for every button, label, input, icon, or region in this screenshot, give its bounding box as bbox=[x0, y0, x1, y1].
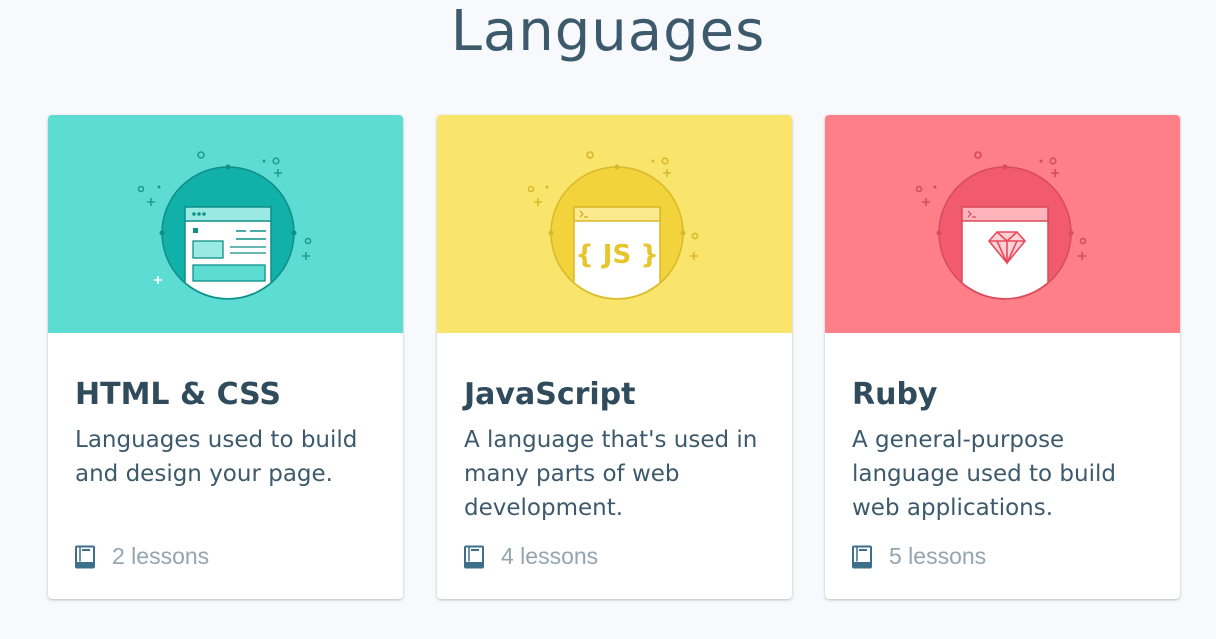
course-card-html-css[interactable]: HTML & CSS Languages used to build and d… bbox=[48, 115, 403, 599]
card-banner: { JS } bbox=[437, 115, 792, 333]
book-icon bbox=[464, 545, 484, 568]
lesson-count: 4 lessons bbox=[463, 543, 598, 570]
book-icon bbox=[852, 545, 872, 568]
course-card-ruby[interactable]: Ruby A general-purpose language used to … bbox=[825, 115, 1180, 599]
course-card-javascript[interactable]: { JS } JavaScript A language that's used… bbox=[437, 115, 792, 599]
card-banner bbox=[48, 115, 403, 333]
card-title: Ruby bbox=[852, 377, 938, 412]
card-title: JavaScript bbox=[464, 377, 636, 412]
card-description: Languages used to build and design your … bbox=[75, 427, 358, 487]
card-description: A general-purpose language used to build… bbox=[852, 427, 1116, 521]
lesson-count-label: 5 lessons bbox=[889, 543, 987, 569]
lesson-count-label: 4 lessons bbox=[501, 543, 599, 569]
card-banner bbox=[825, 115, 1180, 333]
browser-window-icon bbox=[137, 151, 312, 300]
section-title: Languages bbox=[450, 0, 766, 64]
lesson-count-label: 2 lessons bbox=[112, 543, 210, 569]
ruby-gem-icon bbox=[915, 151, 1087, 300]
lesson-count: 2 lessons bbox=[74, 543, 209, 570]
lesson-count: 5 lessons bbox=[851, 543, 986, 570]
card-description: A language that's used in many parts of … bbox=[464, 427, 758, 521]
card-title: HTML & CSS bbox=[75, 377, 282, 412]
js-braces-icon: { JS } bbox=[527, 151, 699, 300]
languages-section: Languages HTML & CSS Languages used to b… bbox=[0, 0, 1216, 639]
book-icon bbox=[75, 545, 95, 568]
svg-text:{ JS }: { JS } bbox=[575, 240, 659, 270]
